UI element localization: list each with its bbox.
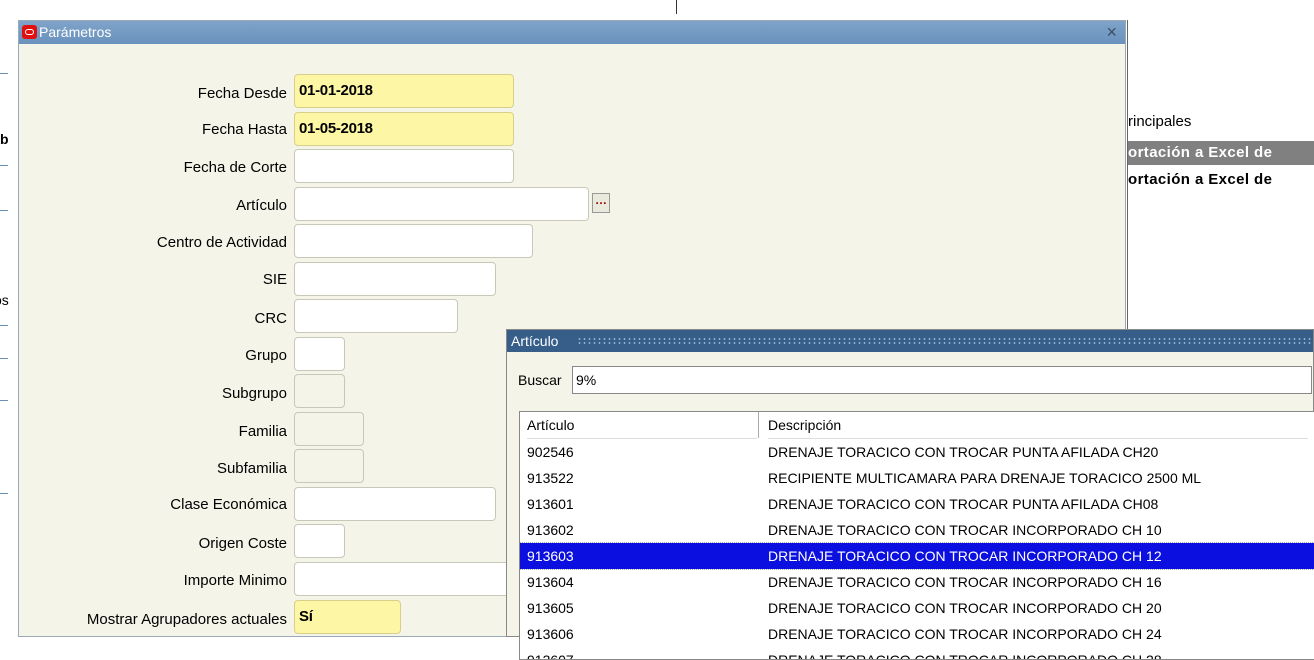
importe-minimo-field[interactable] [294,562,514,596]
column-separator[interactable] [758,412,759,438]
label-crc: CRC [254,310,288,327]
search-input[interactable]: 9% [572,366,1312,394]
label-sie: SIE [262,271,287,288]
subgrupo-field [294,374,345,408]
cell-articulo: 913603 [527,548,574,564]
search-label: Buscar [518,372,562,388]
background-left-edge [0,73,8,74]
label-centro-actividad: Centro de Actividad [156,234,287,251]
label-origen-coste: Origen Coste [198,535,287,552]
table-row[interactable]: 902546 DRENAJE TORACICO CON TROCAR PUNTA … [520,439,1314,465]
lov-title: Artículo [511,330,565,352]
window-title: Parámetros [39,24,112,40]
cell-descripcion: DRENAJE TORACICO CON TROCAR PUNTA AFILAD… [768,444,1159,460]
fecha-corte-field[interactable] [294,149,514,183]
label-fecha-desde: Fecha Desde [197,85,287,102]
cell-descripcion: DRENAJE TORACICO CON TROCAR INCORPORADO … [768,652,1162,660]
cell-articulo: 913601 [527,496,574,512]
crc-field[interactable] [294,299,458,333]
centro-actividad-field[interactable] [294,224,533,258]
label-subgrupo: Subgrupo [221,385,287,402]
label-clase-economica: Clase Económica [170,496,287,513]
table-row[interactable]: 913601 DRENAJE TORACICO CON TROCAR PUNTA … [520,491,1314,517]
cell-descripcion: RECIPIENTE MULTICAMARA PARA DRENAJE TORA… [768,470,1202,486]
articulo-lov-button[interactable]: … [592,193,610,213]
background-left-text: os [0,292,9,308]
cell-articulo: 913605 [527,600,574,616]
column-header-articulo[interactable]: Artículo [527,412,757,439]
articulo-lov-dialog: Artículo Buscar 9% Artículo Descripción … [506,329,1314,660]
background-left-edge [0,165,8,166]
fecha-hasta-field[interactable]: 01-05-2018 [294,112,514,146]
familia-field [294,412,364,446]
grupo-field[interactable] [294,337,345,371]
cell-descripcion: DRENAJE TORACICO CON TROCAR INCORPORADO … [768,522,1162,538]
table-row[interactable]: 913602 DRENAJE TORACICO CON TROCAR INCORP… [520,517,1314,543]
label-articulo: Artículo [236,197,287,214]
title-bar-pattern [577,337,1313,345]
cell-descripcion: DRENAJE TORACICO CON TROCAR INCORPORADO … [768,626,1162,642]
fecha-desde-field[interactable]: 01-01-2018 [294,74,514,108]
background-right-item[interactable]: ortación a Excel de [1128,171,1314,188]
background-right-selected-item[interactable]: ortación a Excel de [1128,141,1314,165]
background-divider [676,0,677,14]
label-subfamilia: Subfamilia [216,460,287,477]
table-row[interactable]: 913604 DRENAJE TORACICO CON TROCAR INCORP… [520,569,1314,595]
label-familia: Familia [238,423,287,440]
column-header-descripcion[interactable]: Descripción [768,412,1308,439]
background-left-edge [0,400,8,401]
cell-articulo: 913522 [527,470,574,486]
sie-field[interactable] [294,262,496,296]
cell-descripcion: DRENAJE TORACICO CON TROCAR INCORPORADO … [768,600,1162,616]
lov-title-bar[interactable]: Artículo [507,330,1313,352]
cell-articulo: 913606 [527,626,574,642]
results-table: Artículo Descripción 902546 DRENAJE TORAC… [519,411,1314,660]
label-importe-minimo: Importe Minimo [183,572,287,589]
background-left-edge [0,358,8,359]
articulo-field[interactable] [294,187,589,221]
close-icon[interactable]: × [1106,21,1117,44]
background-left-edge [0,210,8,211]
cell-articulo: 913604 [527,574,574,590]
cell-descripcion: DRENAJE TORACICO CON TROCAR INCORPORADO … [768,574,1162,590]
mostrar-agrupadores-field[interactable]: Sí [294,600,401,634]
table-row[interactable]: 913522 RECIPIENTE MULTICAMARA PARA DRENAJ… [520,465,1314,491]
lov-body: Buscar 9% Artículo Descripción 902546 DRE… [507,352,1314,660]
label-grupo: Grupo [245,347,287,364]
cell-descripcion: DRENAJE TORACICO CON TROCAR PUNTA AFILAD… [768,496,1159,512]
background-right-heading: rincipales [1128,113,1192,130]
label-fecha-hasta: Fecha Hasta [201,121,287,138]
table-row[interactable]: 913603 DRENAJE TORACICO CON TROCAR INCORP… [520,542,1314,570]
table-row[interactable]: 913607 DRENAJE TORACICO CON TROCAR INCORP… [520,647,1314,660]
background-left-edge [0,325,8,326]
cell-articulo: 913602 [527,522,574,538]
parametros-title-bar[interactable]: Parámetros × [19,21,1125,44]
background-left-text: b [0,131,9,147]
table-row[interactable]: 913606 DRENAJE TORACICO CON TROCAR INCORP… [520,621,1314,647]
origen-coste-field[interactable] [294,524,345,558]
cell-descripcion: DRENAJE TORACICO CON TROCAR INCORPORADO … [768,548,1162,564]
table-row[interactable]: 913605 DRENAJE TORACICO CON TROCAR INCORP… [520,595,1314,621]
subfamilia-field [294,449,364,483]
cell-articulo: 913607 [527,652,574,660]
clase-economica-field[interactable] [294,487,496,521]
background-left-edge [0,493,8,494]
cell-articulo: 902546 [527,444,574,460]
oracle-icon [22,25,37,39]
label-mostrar-agrupadores: Mostrar Agrupadores actuales [86,611,287,628]
label-fecha-corte: Fecha de Corte [183,159,287,176]
